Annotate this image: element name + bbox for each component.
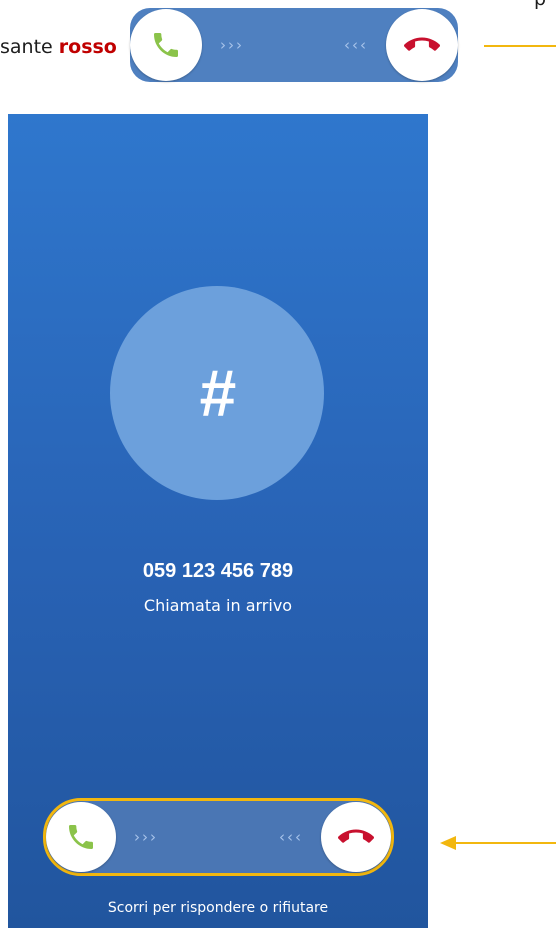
- answer-knob[interactable]: [130, 9, 202, 81]
- hash-icon: #: [198, 356, 236, 430]
- phone-hangup-icon: [338, 829, 374, 843]
- answer-decline-slider[interactable]: ››› ‹‹‹: [43, 798, 394, 876]
- caption-emphasis: rosso: [58, 36, 117, 58]
- decline-knob[interactable]: [386, 9, 458, 81]
- answer-button[interactable]: [46, 802, 116, 872]
- document-text-fragment: p: [534, 0, 546, 10]
- phone-answer-icon: [154, 33, 178, 57]
- left-arrows: ‹‹‹: [344, 36, 368, 54]
- slider-track: ››› ‹‹‹: [116, 828, 321, 846]
- slide-hint: Scorri per rispondere o rifiutare: [107, 900, 329, 916]
- call-status: Chiamata in arrivo: [143, 596, 293, 615]
- phone-answer-icon: [69, 825, 93, 849]
- left-arrows: ‹‹‹: [279, 828, 303, 846]
- document-caption: sante rosso: [0, 36, 117, 58]
- callout-arrowhead-icon: [440, 836, 456, 850]
- decline-button[interactable]: [321, 802, 391, 872]
- callout-line-bottom: [452, 842, 556, 844]
- right-arrows: ›››: [134, 828, 158, 846]
- caller-number: 059 123 456 789: [142, 560, 294, 582]
- phone-hangup-icon: [404, 37, 440, 51]
- top-slider-illustration: ››› ‹‹‹: [130, 8, 458, 82]
- slider-track: ››› ‹‹‹: [202, 36, 386, 54]
- caller-avatar: #: [110, 286, 324, 500]
- caption-prefix: sante: [0, 36, 59, 58]
- right-arrows: ›››: [220, 36, 244, 54]
- callout-line-top: [484, 45, 556, 47]
